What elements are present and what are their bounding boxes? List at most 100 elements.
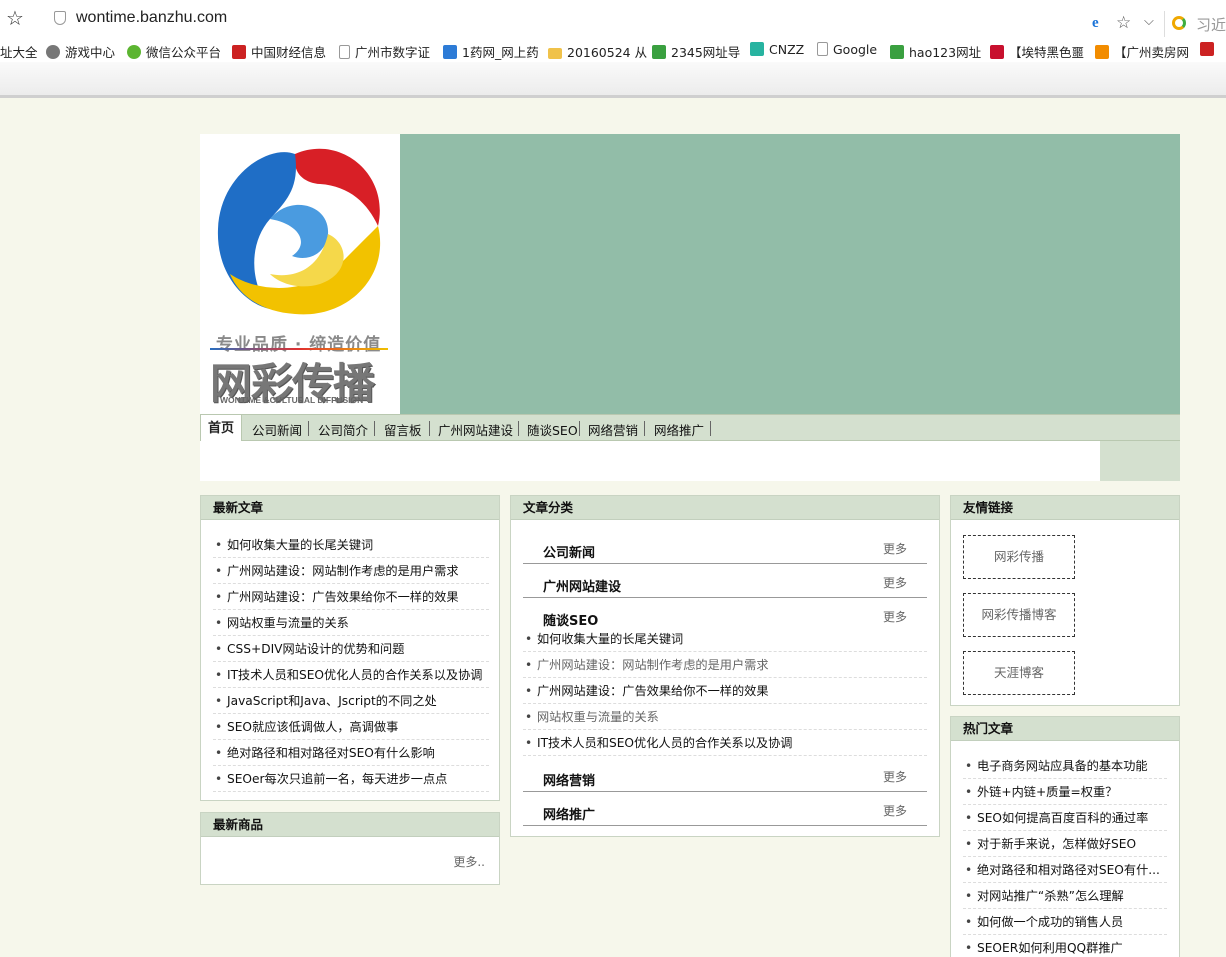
friend-link[interactable]: 网彩传播: [963, 535, 1075, 579]
bookmark-item[interactable]: 【广州卖房网: [1095, 42, 1189, 61]
bookmark-star-icon[interactable]: ☆: [1116, 13, 1131, 33]
category-row: 网络营销 更多: [523, 762, 927, 792]
bookmark-item[interactable]: 址大全: [0, 42, 38, 61]
hot-articles-panel: 热门文章 电子商务网站应具备的基本功能 外链+内链+质量=权重？ SEO如何提高…: [950, 716, 1180, 957]
list-item[interactable]: 对网站推广“杀熟”怎么理解: [963, 883, 1167, 909]
more-link[interactable]: 更多: [883, 608, 907, 625]
more-link[interactable]: 更多..: [453, 853, 485, 870]
friend-link[interactable]: 天涯博客: [963, 651, 1075, 695]
list-item[interactable]: 如何收集大量的长尾关键词: [523, 626, 927, 652]
bookmark-item[interactable]: 2345网址导: [652, 42, 740, 61]
list-item[interactable]: 外链+内链+质量=权重？: [963, 779, 1167, 805]
search-engine-icon[interactable]: [1172, 16, 1186, 30]
bookmark-item[interactable]: hao123网址: [890, 42, 981, 61]
list-item[interactable]: 网站权重与流量的关系: [213, 610, 489, 636]
bookmark-item[interactable]: 中国财经信息: [232, 42, 326, 61]
category-row: 网络推广 更多: [523, 796, 927, 826]
friend-link[interactable]: 网彩传播博客: [963, 593, 1075, 637]
bookmark-item[interactable]: 广州市数字证: [339, 42, 430, 61]
nav-divider: [579, 421, 580, 436]
category-title[interactable]: 网络营销: [543, 770, 595, 789]
list-item[interactable]: SEO如何提高百度百科的通过率: [963, 805, 1167, 831]
sub-header-accent: [1100, 441, 1180, 481]
cfi-icon: [232, 45, 246, 59]
nav-item-home[interactable]: 首页: [200, 414, 242, 441]
category-title[interactable]: 广州网站建设: [543, 576, 621, 595]
list-item[interactable]: SEOER如何利用QQ群推广: [963, 935, 1167, 957]
nav-divider: [644, 421, 645, 436]
list-item[interactable]: 如何收集大量的长尾关键词: [213, 532, 489, 558]
bookmark-site-icon: [1200, 42, 1214, 56]
more-link[interactable]: 更多: [883, 802, 907, 819]
logo-swirl-icon: [217, 148, 381, 315]
list-item[interactable]: 对于新手来说，怎样做好SEO: [963, 831, 1167, 857]
bookmark-item[interactable]: 【埃特黑色噩: [990, 42, 1084, 61]
list-item[interactable]: 绝对路径和相对路径对SEO有什么影响: [213, 740, 489, 766]
bookmarks-bar: 址大全 游戏中心 微信公众平台 中国财经信息 广州市数字证 1药网_网上药 20…: [0, 38, 1226, 62]
hot-article-list: 电子商务网站应具备的基本功能 外链+内链+质量=权重？ SEO如何提高百度百科的…: [963, 753, 1167, 957]
logo-name-en: WONTIME &CULTURAL DIFFUSION: [220, 395, 364, 405]
list-item[interactable]: 广州网站建设：广告效果给你不一样的效果: [523, 678, 927, 704]
ie-mode-icon[interactable]: e: [1092, 15, 1099, 32]
nav-item-guestbook[interactable]: 留言板: [384, 420, 422, 439]
main-nav: 首页 公司新闻 公司简介 留言板 广州网站建设 随谈SEO 网络营销 网络推广: [200, 414, 1180, 441]
list-item[interactable]: CSS+DIV网站设计的优势和问题: [213, 636, 489, 662]
favorites-star-icon[interactable]: ☆: [6, 7, 24, 29]
url-field[interactable]: wontime.banzhu.com e ☆ ⌵ 习近平会见: [42, 5, 1226, 37]
bookmark-item[interactable]: [1200, 42, 1219, 57]
page-icon: [339, 45, 350, 59]
list-item[interactable]: 网站权重与流量的关系: [523, 704, 927, 730]
site-logo[interactable]: 专业品质 · 缔造价值 网彩传播 WONTIME &CULTURAL DIFFU…: [200, 134, 400, 414]
bookmark-item[interactable]: 1药网_网上药: [443, 42, 539, 61]
bookmark-item[interactable]: 20160524 从: [548, 42, 647, 61]
panel-title: 文章分类: [511, 496, 939, 520]
more-link[interactable]: 更多: [883, 540, 907, 557]
list-item[interactable]: SEO就应该低调做人，高调做事: [213, 714, 489, 740]
panel-title: 友情链接: [951, 496, 1179, 520]
browser-toolbar: [0, 62, 1226, 98]
nav-divider: [429, 421, 430, 436]
list-item[interactable]: 广州网站建设：网站制作考虑的是用户需求: [213, 558, 489, 584]
nav-item-promotion[interactable]: 网络推广: [654, 420, 704, 439]
nav-item-seo[interactable]: 随谈SEO: [527, 420, 578, 439]
more-link[interactable]: 更多: [883, 768, 907, 785]
address-bar: ☆ wontime.banzhu.com e ☆ ⌵ 习近平会见: [0, 0, 1226, 38]
bookmark-item[interactable]: 游戏中心: [46, 42, 115, 61]
divider: [1164, 11, 1165, 37]
latest-products-panel: 最新商品 更多..: [200, 812, 500, 885]
bookmark-item[interactable]: CNZZ: [750, 42, 804, 57]
nav-divider: [308, 421, 309, 436]
chevron-down-icon[interactable]: ⌵: [1144, 14, 1154, 29]
nav-divider: [710, 421, 711, 436]
list-item[interactable]: 绝对路径和相对路径对SEO有什...: [963, 857, 1167, 883]
wechat-icon: [127, 45, 141, 59]
nav-item-gz-web[interactable]: 广州网站建设: [438, 420, 513, 439]
list-item[interactable]: 如何做一个成功的销售人员: [963, 909, 1167, 935]
jd-icon: [990, 45, 1004, 59]
categories-panel: 文章分类 公司新闻 更多 广州网站建设 更多 随谈SEO 更多 如何收集大量的长…: [510, 495, 940, 837]
site-header: 专业品质 · 缔造价值 网彩传播 WONTIME &CULTURAL DIFFU…: [200, 134, 1180, 414]
nav-divider: [374, 421, 375, 436]
list-item[interactable]: 广州网站建设：广告效果给你不一样的效果: [213, 584, 489, 610]
page-icon: [817, 42, 828, 56]
nav-divider: [518, 421, 519, 436]
nav-item-about[interactable]: 公司简介: [318, 420, 368, 439]
list-item[interactable]: JavaScript和Java、Jscript的不同之处: [213, 688, 489, 714]
list-item[interactable]: 广州网站建设：网站制作考虑的是用户需求: [523, 652, 927, 678]
nav-item-marketing[interactable]: 网络营销: [588, 420, 638, 439]
bookmark-item[interactable]: 微信公众平台: [127, 42, 221, 61]
nav-item-company-news[interactable]: 公司新闻: [252, 420, 302, 439]
sub-header: [200, 441, 1100, 481]
2345-icon: [652, 45, 666, 59]
list-item[interactable]: 电子商务网站应具备的基本功能: [963, 753, 1167, 779]
more-link[interactable]: 更多: [883, 574, 907, 591]
search-input[interactable]: 习近平会见: [1196, 14, 1226, 35]
bookmark-item[interactable]: Google: [817, 42, 877, 57]
url-text[interactable]: wontime.banzhu.com: [76, 9, 227, 27]
list-item[interactable]: SEOer每次只追前一名，每天进步一点点: [213, 766, 489, 792]
list-item[interactable]: IT技术人员和SEO优化人员的合作关系以及协调: [213, 662, 489, 688]
list-item[interactable]: IT技术人员和SEO优化人员的合作关系以及协调: [523, 730, 927, 756]
category-title[interactable]: 网络推广: [543, 804, 595, 823]
category-title[interactable]: 公司新闻: [543, 542, 595, 561]
folder-icon: [548, 48, 562, 59]
